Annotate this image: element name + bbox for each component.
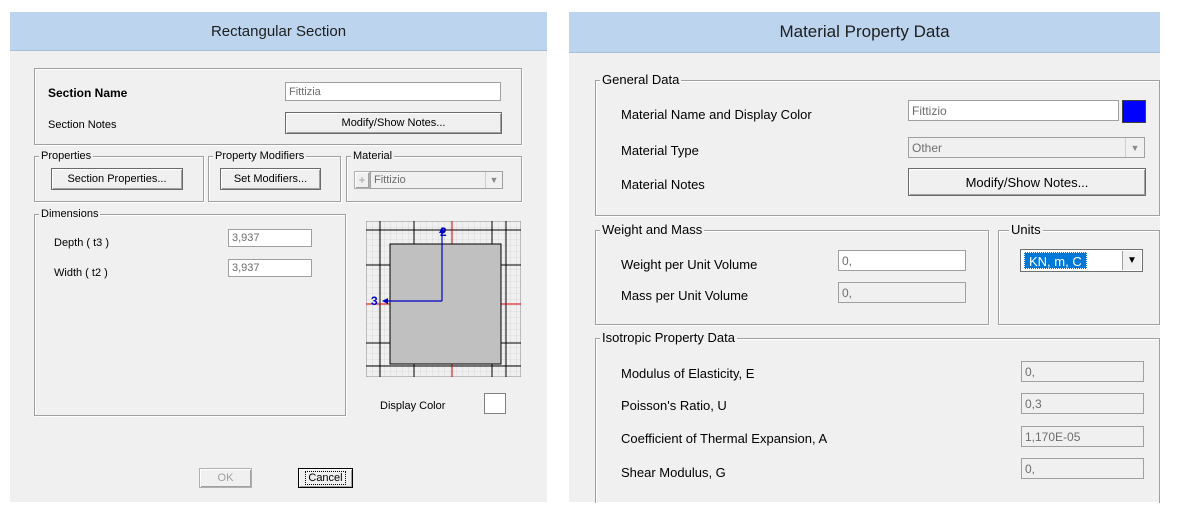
material-select[interactable]: Fittizio ▼	[370, 171, 503, 189]
width-label: Width ( t2 )	[54, 267, 108, 279]
cancel-button[interactable]: Cancel	[298, 468, 353, 488]
modify-show-notes-button[interactable]: Modify/Show Notes...	[285, 112, 502, 134]
material-type-value: Other	[912, 140, 943, 155]
material-name-label: Material Name and Display Color	[621, 107, 812, 122]
depth-label: Depth ( t3 )	[54, 237, 110, 249]
mass-per-volume-label: Mass per Unit Volume	[621, 288, 749, 303]
modulus-elasticity-label: Modulus of Elasticity, E	[621, 366, 755, 381]
material-name-input[interactable]: Fittizio	[908, 100, 1119, 121]
weight-mass-group: Weight and Mass	[595, 223, 989, 325]
chevron-down-icon[interactable]: ▼	[485, 172, 502, 188]
depth-input[interactable]: 3,937	[228, 229, 312, 247]
modulus-elasticity-input[interactable]: 0,	[1021, 361, 1144, 382]
section-preview: 2 3	[366, 221, 521, 377]
section-rectangle	[389, 243, 502, 365]
shear-modulus-label: Shear Modulus, G	[621, 465, 726, 480]
cancel-button-label: Cancel	[305, 471, 346, 485]
section-name-label: Section Name	[48, 86, 128, 100]
general-data-group-label: General Data	[600, 72, 682, 87]
axis-3-label: 3	[371, 294, 378, 308]
material-notes-label: Material Notes	[621, 177, 705, 192]
mass-per-volume-input[interactable]: 0,	[838, 282, 966, 303]
rectangular-section-dialog: Rectangular Section Section Name Fittizi…	[10, 12, 547, 502]
material-modify-notes-button[interactable]: Modify/Show Notes...	[908, 168, 1146, 196]
material-group-label: Material	[351, 149, 395, 163]
weight-per-volume-input[interactable]: 0,	[838, 250, 966, 271]
material-dialog-title: Material Property Data	[779, 22, 950, 41]
units-select[interactable]: KN, m, C ▼	[1020, 249, 1143, 272]
weight-mass-group-label: Weight and Mass	[600, 222, 705, 237]
chevron-down-icon[interactable]: ▼	[1125, 138, 1144, 157]
poissons-ratio-input[interactable]: 0,3	[1021, 393, 1144, 414]
section-properties-button[interactable]: Section Properties...	[51, 168, 183, 190]
section-notes-label: Section Notes	[48, 119, 117, 131]
units-group: Units	[998, 223, 1160, 325]
thermal-expansion-label: Coefficient of Thermal Expansion, A	[621, 431, 828, 446]
units-chevron-down-icon[interactable]: ▼	[1122, 251, 1141, 270]
material-display-color-swatch[interactable]	[1122, 100, 1146, 123]
material-type-label: Material Type	[621, 143, 699, 158]
units-group-label: Units	[1009, 222, 1043, 237]
display-color-label: Display Color	[380, 400, 446, 412]
units-select-value: KN, m, C	[1024, 252, 1087, 269]
display-color-swatch[interactable]	[484, 393, 506, 414]
material-select-value: Fittizio	[374, 174, 406, 186]
weight-per-volume-label: Weight per Unit Volume	[621, 257, 758, 272]
dialog-title: Rectangular Section	[210, 22, 347, 40]
properties-group-label: Properties	[39, 149, 94, 163]
section-name-input[interactable]: Fittizia	[285, 82, 501, 101]
dimensions-group-label: Dimensions	[39, 207, 101, 221]
material-property-dialog: Material Property Data General Data Mate…	[569, 12, 1160, 503]
property-modifiers-group-label: Property Modifiers	[213, 149, 307, 163]
material-dialog-titlebar: Material Property Data	[569, 12, 1160, 53]
width-input[interactable]: 3,937	[228, 259, 312, 277]
material-type-select[interactable]: Other ▼	[908, 137, 1145, 158]
shear-modulus-input[interactable]: 0,	[1021, 458, 1144, 479]
set-modifiers-button[interactable]: Set Modifiers...	[220, 168, 321, 190]
material-add-button[interactable]: +	[354, 171, 370, 189]
poissons-ratio-label: Poisson's Ratio, U	[621, 398, 727, 413]
thermal-expansion-input[interactable]: 1,170E-05	[1021, 426, 1144, 447]
ok-button[interactable]: OK	[199, 468, 252, 488]
dialog-titlebar: Rectangular Section	[10, 12, 547, 51]
axis-2-label: 2	[440, 225, 447, 239]
isotropic-property-group-label: Isotropic Property Data	[600, 330, 737, 345]
